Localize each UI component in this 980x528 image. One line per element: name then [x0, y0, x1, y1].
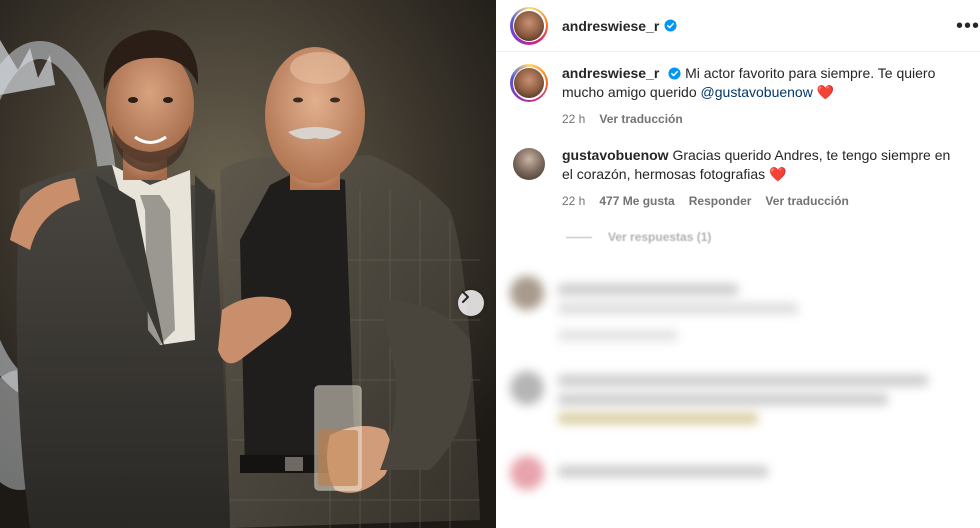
comment-meta: 22 h 477 Me gusta Responder Ver traducci…: [562, 194, 962, 208]
author-username[interactable]: andreswiese_r: [562, 18, 659, 34]
caption-mention[interactable]: @gustavobuenow: [701, 84, 813, 100]
next-photo-button[interactable]: [458, 290, 484, 316]
verified-badge-icon: [664, 19, 677, 32]
chevron-right-icon: [462, 291, 469, 303]
photo-illustration: [0, 0, 496, 528]
view-replies-link[interactable]: Ver respuestas (1): [566, 230, 980, 244]
view-replies-label: Ver respuestas (1): [608, 230, 712, 244]
blurred-comments: [496, 262, 980, 528]
post-side-panel: andreswiese_r ••• andreswiese_r Mi actor…: [496, 0, 980, 528]
reply-button[interactable]: Responder: [689, 194, 752, 208]
verified-badge-icon: [668, 67, 681, 80]
replies-divider: [566, 236, 592, 238]
post-header: andreswiese_r •••: [496, 0, 980, 52]
comment-text: gustavobuenow Gracias querido Andres, te…: [562, 146, 962, 184]
comment-username[interactable]: gustavobuenow: [562, 147, 669, 163]
caption-text: andreswiese_r Mi actor favorito para sie…: [562, 64, 962, 102]
caption-translate-link[interactable]: Ver traducción: [599, 112, 682, 126]
caption: andreswiese_r Mi actor favorito para sie…: [496, 64, 980, 126]
caption-meta: 22 h Ver traducción: [562, 112, 962, 126]
caption-avatar[interactable]: [510, 64, 548, 102]
comment-translate-link[interactable]: Ver traducción: [765, 194, 848, 208]
comment-item: gustavobuenow Gracias querido Andres, te…: [496, 146, 980, 208]
author-avatar[interactable]: [510, 6, 548, 45]
commenter-avatar[interactable]: [513, 148, 545, 180]
comment-time[interactable]: 22 h: [562, 194, 585, 208]
caption-username[interactable]: andreswiese_r: [562, 65, 659, 81]
more-dots-icon[interactable]: •••: [956, 16, 980, 36]
caption-time[interactable]: 22 h: [562, 112, 585, 126]
heart-emoji: ❤️: [769, 166, 787, 182]
comment-likes[interactable]: 477 Me gusta: [599, 194, 674, 208]
post-photo: [0, 0, 496, 528]
heart-emoji: ❤️: [816, 84, 835, 100]
